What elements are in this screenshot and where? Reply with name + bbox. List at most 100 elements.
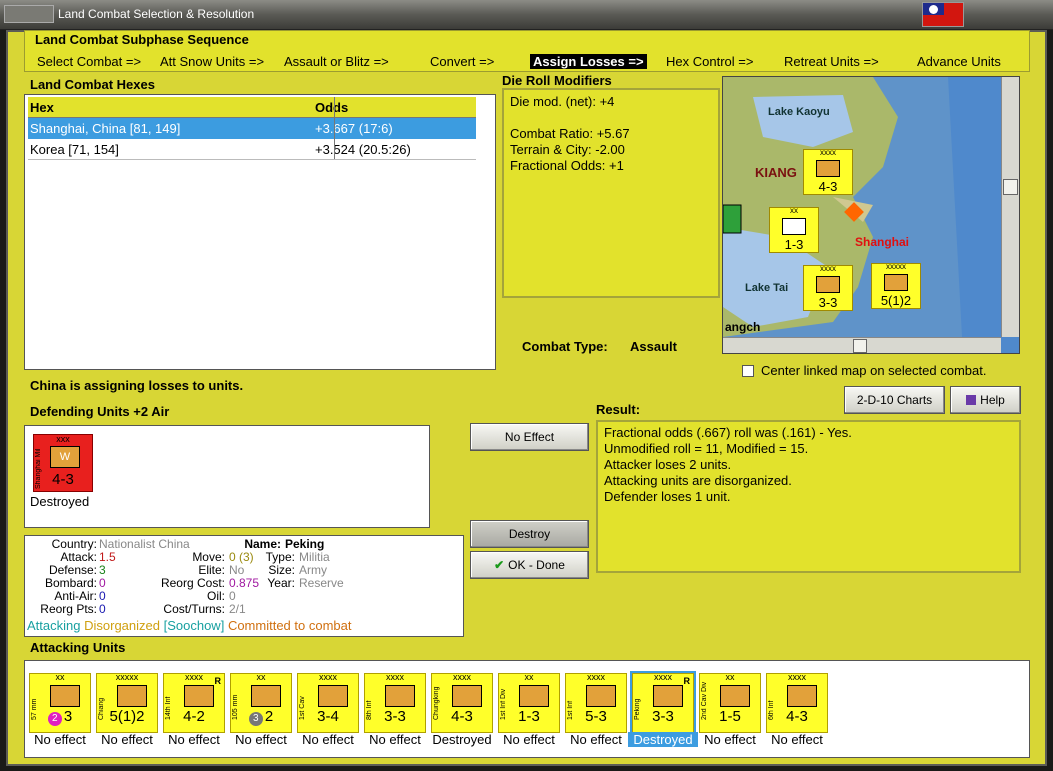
strength-value: 5(1)2 [109,708,145,725]
result-line: Defender loses 1 unit. [604,489,731,504]
hexes-title: Land Combat Hexes [30,77,155,92]
info-year: Reserve [299,576,344,590]
attacking-unit-status: No effect [235,732,287,747]
table-row[interactable]: Korea [71, 154] +3.524 (20.5:26) [28,139,476,160]
step-retreat-units: Retreat Units => [784,54,879,69]
attacking-unit-counter[interactable]: xxxx 8th Inf 3-3 [364,672,426,733]
result-title: Result: [596,402,641,417]
app-icon [4,5,54,23]
center-map-checkbox[interactable] [742,365,754,377]
table-row[interactable]: Shanghai, China [81, 149] +3.667 (17:6) [28,118,476,139]
counter-strength: 1-5 [700,708,760,725]
help-button[interactable]: Help [950,386,1021,414]
defending-unit-counter[interactable]: xxx Shanghai Mil W 4-3 [33,434,93,492]
map-vertical-scrollbar[interactable] [1001,77,1019,337]
ok-done-button[interactable]: ✔ OK - Done [470,551,589,579]
map-unit-counter[interactable]: xx 1-3 [769,206,819,253]
linked-map[interactable]: Lake Kaoyu KIANG Shanghai Lake Tai angch… [722,76,1020,354]
counter-size: xxxxx [886,262,906,271]
counter-strength: 32 [231,708,291,726]
checkmark-icon: ✔ [494,558,505,572]
help-book-icon [966,395,977,405]
attacking-unit-counter[interactable]: xxxxx Chiang 5(1)2 [96,672,158,733]
attacking-units-list: xx 57 mm 2 3 No effect xxxxx Chiang 5(1)2 No eff… [24,660,1030,758]
charts-button[interactable]: 2-D-10 Charts [844,386,945,414]
attacking-unit-counter[interactable]: xx 2nd Cav Div 1-5 [699,672,761,733]
map-unit-counter[interactable]: xxxx 4-3 [803,148,853,195]
counter-strength: 3-4 [298,708,358,725]
attacking-unit-counter[interactable]: xxxx Chungking 4-3 [431,672,493,733]
flag-disorganized: Disorganized [84,618,160,633]
attacking-unit-counter[interactable]: xxxx Peking R 3-3 [630,671,696,735]
attacking-unit-counter[interactable]: xxxx 14th Inf R 4-2 [163,672,225,733]
map-unit-counter[interactable]: xxxxx 5(1)2 [871,262,921,309]
map-horizontal-scrollbar[interactable] [723,337,1001,353]
flag-location: [Soochow] [163,618,225,633]
unit-symbol-icon [385,685,415,707]
step-assault-or-blitz: Assault or Blitz => [284,54,389,69]
counter-strength: 4-3 [52,471,74,488]
result-panel: Fractional odds (.667) roll was (.161) -… [596,420,1021,573]
flag-committed: Committed to combat [227,618,352,633]
combat-hexes-table[interactable]: Hex Odds Shanghai, China [81, 149] +3.66… [24,94,496,370]
attacking-unit-status: No effect [101,732,153,747]
defending-title: Defending Units +2 Air [30,404,170,419]
unit-symbol-icon [50,685,80,707]
combat-type-label: Combat Type: [522,339,608,354]
counter-strength: 4-3 [818,179,838,194]
flag-attacking: Attacking [27,618,81,633]
fractional-odds: Fractional Odds: +1 [510,158,624,173]
unit-symbol-icon [787,685,817,707]
table-header: Hex Odds [28,97,476,118]
header-hex: Hex [30,100,54,115]
unit-info-panel: Country: Nationalist China Attack: 1.5 D… [24,535,464,637]
unit-symbol-icon [117,685,147,707]
unit-symbol-icon [586,685,616,707]
counter-size: xx [790,206,798,215]
attacking-unit-counter[interactable]: xxxx 6th Inf 4-3 [766,672,828,733]
defending-units-list: xxx Shanghai Mil W 4-3 Destroyed [24,425,430,528]
counter-strength: 4-2 [164,708,224,725]
attacking-unit-counter[interactable]: xx 1st Inf Div 1-3 [498,672,560,733]
attacking-unit-status: No effect [369,732,421,747]
attacking-unit-status: No effect [34,732,86,747]
strength-value: 4-3 [451,708,473,725]
combat-type-value: Assault [630,339,677,354]
map-label-shanghai: Shanghai [855,235,910,249]
strength-value: 1-5 [719,708,741,725]
info-cost: 2/1 [229,602,246,616]
unit-badge: 2 [47,712,62,726]
combat-ratio: Combat Ratio: +5.67 [510,126,630,141]
map-label-changchow: angch [725,320,761,334]
unit-badge: 3 [248,712,263,726]
unit-symbol-icon [452,685,482,707]
counter-strength: 4-3 [767,708,827,725]
counter-strength: 5-3 [566,708,626,725]
nationalist-china-flag-icon [922,2,964,27]
strength-value: 3-3 [652,708,674,725]
attacking-unit-status: No effect [570,732,622,747]
center-map-label: Center linked map on selected combat. [761,363,987,378]
counter-size: xxxx [820,148,836,157]
die-mod-net: Die mod. (net): +4 [510,94,615,109]
destroy-button[interactable]: Destroy [470,520,589,548]
reserve-marker: R [214,676,222,686]
attacking-title: Attacking Units [30,640,126,655]
map-terrain [723,77,1019,353]
attacking-unit-counter[interactable]: xx 57 mm 2 3 [29,672,91,733]
attacking-unit-counter[interactable]: xxxx 1st Inf 5-3 [565,672,627,733]
step-hex-control: Hex Control => [666,54,754,69]
terrain-city: Terrain & City: -2.00 [510,142,625,157]
defending-unit-status: Destroyed [30,494,90,509]
window-title: Land Combat Selection & Resolution [58,7,255,21]
attacking-unit-status: No effect [503,732,555,747]
attacking-unit-counter[interactable]: xxxx 1st Cav 3-4 [297,672,359,733]
counter-strength: 3-3 [818,295,838,310]
status-message: China is assigning losses to units. [30,378,244,393]
counter-strength: 4-3 [432,708,492,725]
attacking-unit-counter[interactable]: xx 105 mm 3 2 [230,672,292,733]
map-unit-counter[interactable]: xxxx 3-3 [803,264,853,311]
header-odds: Odds [315,100,349,115]
ok-done-label: OK - Done [508,558,565,572]
no-effect-button[interactable]: No Effect [470,423,589,451]
